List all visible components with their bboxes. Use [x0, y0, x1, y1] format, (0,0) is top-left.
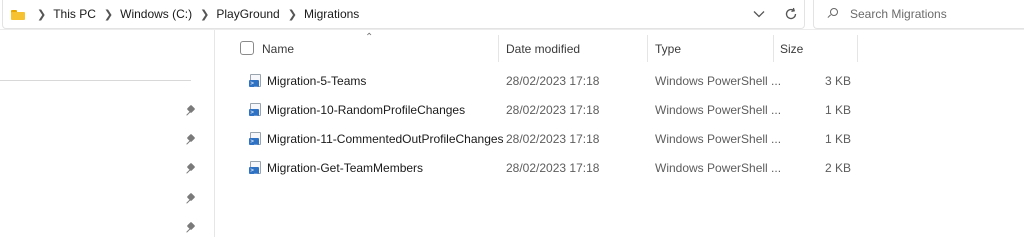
chevron-right-icon[interactable]: ❯	[288, 8, 297, 21]
file-name[interactable]: Migration-11-CommentedOutProfileChanges	[267, 124, 504, 153]
address-history-button[interactable]	[748, 4, 770, 24]
file-row[interactable]: >_ Migration-11-CommentedOutProfileChang…	[215, 124, 1024, 153]
column-header-type[interactable]: Type	[655, 30, 681, 67]
refresh-button[interactable]	[780, 4, 802, 24]
file-type: Windows PowerShell ...	[655, 160, 782, 175]
select-all-checkbox[interactable]	[240, 41, 254, 55]
column-header-name[interactable]: Name	[262, 30, 294, 67]
powershell-script-icon: >_	[249, 132, 262, 146]
file-type: Windows PowerShell ...	[655, 102, 782, 117]
file-date-modified: 28/02/2023 17:18	[506, 73, 600, 88]
file-size: 2 KB	[824, 160, 851, 175]
column-divider[interactable]	[647, 35, 648, 62]
chevron-down-icon	[753, 11, 765, 18]
powershell-script-icon: >_	[249, 103, 262, 117]
search-input[interactable]	[850, 7, 1010, 21]
file-name[interactable]: Migration-5-Teams	[267, 66, 366, 95]
file-type: Windows PowerShell ...	[655, 73, 782, 88]
pin-icon[interactable]	[185, 162, 197, 176]
column-header-size[interactable]: Size	[780, 30, 803, 67]
address-bar[interactable]: ❯ This PC ❯ Windows (C:) ❯ PlayGround ❯ …	[2, 0, 805, 29]
file-type: Windows PowerShell ...	[655, 131, 782, 146]
breadcrumb-this-pc[interactable]: This PC	[53, 7, 96, 21]
column-divider[interactable]	[773, 35, 774, 62]
navigation-pane[interactable]	[0, 30, 215, 237]
file-size: 1 KB	[824, 102, 851, 117]
column-header-date-modified[interactable]: Date modified	[506, 30, 580, 67]
file-row[interactable]: >_ Migration-10-RandomProfileChanges 28/…	[215, 95, 1024, 124]
breadcrumb-windows-c[interactable]: Windows (C:)	[120, 7, 192, 21]
refresh-icon	[785, 7, 797, 20]
breadcrumb-migrations[interactable]: Migrations	[304, 7, 359, 21]
pin-icon[interactable]	[185, 221, 197, 235]
search-icon	[826, 7, 840, 21]
file-date-modified: 28/02/2023 17:18	[506, 131, 600, 146]
column-header-row: ⌃ Name Date modified Type Size	[215, 30, 1024, 67]
file-row[interactable]: >_ Migration-5-Teams 28/02/2023 17:18 Wi…	[215, 66, 1024, 95]
column-divider[interactable]	[857, 35, 858, 62]
file-name[interactable]: Migration-10-RandomProfileChanges	[267, 95, 465, 124]
folder-icon	[11, 9, 25, 20]
file-date-modified: 28/02/2023 17:18	[506, 160, 600, 175]
nav-divider	[0, 80, 191, 81]
chevron-right-icon[interactable]: ❯	[200, 8, 209, 21]
search-box[interactable]	[813, 0, 1024, 29]
pin-icon[interactable]	[185, 133, 197, 147]
file-size: 3 KB	[824, 73, 851, 88]
file-name[interactable]: Migration-Get-TeamMembers	[267, 153, 423, 182]
sort-ascending-icon: ⌃	[365, 32, 374, 43]
pin-icon[interactable]	[185, 192, 197, 206]
breadcrumb-playground[interactable]: PlayGround	[216, 7, 279, 21]
file-list[interactable]: ⌃ Name Date modified Type Size >_ Migrat…	[215, 30, 1024, 237]
file-size: 1 KB	[824, 131, 851, 146]
address-toolbar: ❯ This PC ❯ Windows (C:) ❯ PlayGround ❯ …	[0, 0, 1024, 30]
file-date-modified: 28/02/2023 17:18	[506, 102, 600, 117]
powershell-script-icon: >_	[249, 74, 262, 88]
pin-icon[interactable]	[185, 104, 197, 118]
chevron-right-icon[interactable]: ❯	[37, 8, 46, 21]
powershell-script-icon: >_	[249, 161, 262, 175]
file-row[interactable]: >_ Migration-Get-TeamMembers 28/02/2023 …	[215, 153, 1024, 182]
chevron-right-icon[interactable]: ❯	[104, 8, 113, 21]
column-divider[interactable]	[498, 35, 499, 62]
